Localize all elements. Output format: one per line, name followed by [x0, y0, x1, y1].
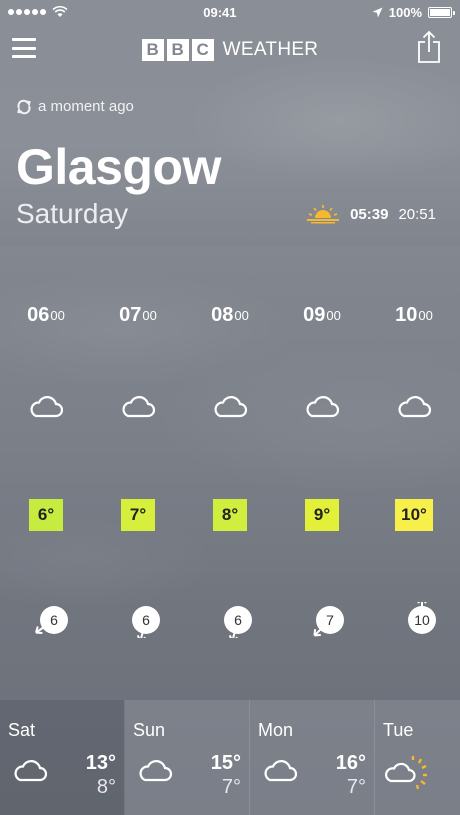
day-high-temp: 16° [335, 752, 366, 774]
city-name: Glasgow [16, 139, 221, 195]
day-card-sun[interactable]: Sun 15° 7° [125, 700, 250, 815]
day-high-temp: 13° [85, 752, 116, 774]
day-card-name: Mon [258, 720, 294, 740]
cloud-icon [30, 396, 64, 418]
temperature-badge: 6° [29, 499, 63, 531]
day-card-name: Sat [8, 720, 36, 740]
cloud-icon [122, 396, 156, 418]
hour-label[interactable]: 07 00 [92, 304, 184, 327]
wind-indicator: 6 [116, 602, 160, 638]
refresh-icon[interactable] [16, 99, 32, 115]
cloud-icon [306, 396, 340, 418]
hour-label[interactable]: 09 00 [276, 304, 368, 327]
bbc-weather-logo: B B C WEATHER [141, 39, 319, 61]
day-card-name: Tue [383, 720, 414, 740]
wind-indicator: 6 [208, 602, 252, 638]
cloud-icon [214, 396, 248, 418]
status-time: 09:41 [203, 4, 237, 20]
day-card-sat[interactable]: Sat 13° 8° [0, 700, 125, 815]
hours-row: 06 00 07 00 08 00 09 00 10 00 [0, 304, 460, 327]
cloud-icon [14, 760, 48, 782]
day-card-name: Sun [133, 720, 166, 740]
cloud-icon [264, 760, 298, 782]
wind-indicator: 10 [392, 602, 436, 638]
wifi-icon [52, 6, 68, 17]
sunrise-time: 05:39 [350, 205, 389, 223]
daily-forecast-row: Sat 13° 8° Sun 15° 7° Mon 16° 7° Tue [0, 700, 460, 815]
navbar: B B C WEATHER [0, 30, 460, 70]
updated-text: a moment ago [38, 98, 134, 115]
day-name: Saturday [16, 198, 129, 229]
signal-strength [8, 6, 68, 18]
temperature-badge: 8° [213, 499, 247, 531]
sun-times: 05:39 20:51 [306, 204, 436, 224]
last-updated: a moment ago [16, 98, 134, 115]
sunrise-icon [307, 205, 340, 224]
cloud-icon [398, 396, 432, 418]
hourly-wind-row: 6 6 6 7 10 [0, 602, 460, 638]
day-low-temp: 7° [346, 776, 366, 798]
day-high-temp: 15° [210, 752, 241, 774]
hour-label[interactable]: 08 00 [184, 304, 276, 327]
menu-button[interactable] [12, 38, 36, 58]
hour-label[interactable]: 10 00 [368, 304, 460, 327]
share-icon[interactable] [416, 30, 442, 64]
day-card-mon[interactable]: Mon 16° 7° [250, 700, 375, 815]
sun-cloud-icon [384, 756, 427, 790]
hourly-temps-row: 6° 7° 8° 9° 10° [0, 499, 460, 531]
battery-icon [428, 6, 455, 18]
hourly-icons-row [0, 396, 460, 418]
cloud-icon [139, 760, 173, 782]
day-low-temp: 7° [221, 776, 241, 798]
location-arrow-icon [372, 7, 383, 17]
day-card-tue[interactable]: Tue [375, 700, 460, 815]
day-low-temp: 8° [96, 776, 116, 798]
status-bar: 09:41 100% [0, 0, 460, 24]
wind-indicator: 6 [24, 602, 68, 638]
sunset-time: 20:51 [398, 205, 436, 223]
hour-label[interactable]: 06 00 [0, 304, 92, 327]
temperature-badge: 10° [395, 499, 433, 531]
temperature-badge: 9° [305, 499, 339, 531]
temperature-badge: 7° [121, 499, 155, 531]
battery-percentage: 100% [388, 4, 422, 20]
wind-indicator: 7 [300, 602, 344, 638]
